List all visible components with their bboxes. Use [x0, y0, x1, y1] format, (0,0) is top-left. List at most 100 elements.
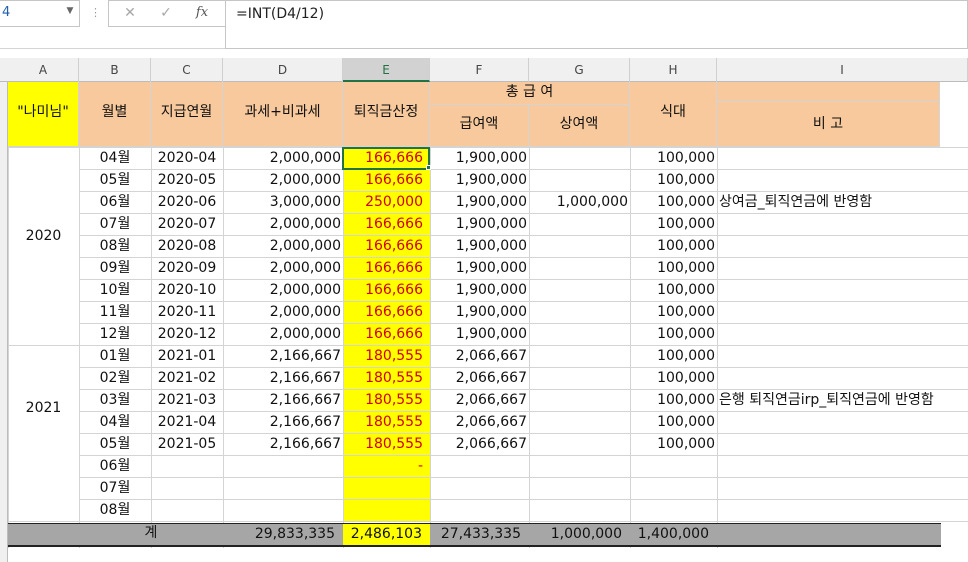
month-cell[interactable]: 05월: [79, 434, 151, 456]
month-cell[interactable]: 08월: [79, 236, 151, 258]
salary-cell[interactable]: 1,900,000: [430, 302, 529, 324]
meal-cell[interactable]: 100,000: [630, 192, 717, 214]
severance-cell[interactable]: [343, 500, 430, 522]
note-cell[interactable]: [719, 434, 968, 456]
column-header-f[interactable]: F: [430, 58, 529, 82]
header-severance-calc[interactable]: 퇴직금산정: [343, 82, 430, 147]
bonus-cell[interactable]: [529, 214, 630, 236]
note-cell[interactable]: [719, 500, 968, 522]
header-note[interactable]: 비 고: [717, 102, 940, 147]
bonus-cell[interactable]: [529, 456, 630, 478]
severance-cell[interactable]: 166,666: [343, 302, 430, 324]
salary-cell[interactable]: 1,900,000: [430, 214, 529, 236]
pay-month-cell[interactable]: [151, 456, 223, 478]
gross-cell[interactable]: 2,000,000: [223, 214, 343, 236]
pay-month-cell[interactable]: 2021-01: [151, 346, 223, 368]
column-header-e[interactable]: E: [343, 58, 430, 82]
salary-cell[interactable]: [430, 500, 529, 522]
meal-cell[interactable]: 100,000: [630, 148, 717, 170]
bonus-cell[interactable]: [529, 148, 630, 170]
bonus-cell[interactable]: [529, 478, 630, 500]
more-options-icon[interactable]: ⋮: [90, 6, 101, 20]
gross-cell[interactable]: [223, 456, 343, 478]
note-cell[interactable]: [719, 412, 968, 434]
salary-cell[interactable]: 2,066,667: [430, 346, 529, 368]
severance-cell[interactable]: -: [343, 456, 430, 478]
salary-cell[interactable]: 1,900,000: [430, 148, 529, 170]
severance-cell[interactable]: 180,555: [343, 412, 430, 434]
chevron-down-icon[interactable]: ▼: [64, 6, 76, 20]
salary-cell[interactable]: 1,900,000: [430, 324, 529, 346]
month-cell[interactable]: 10월: [79, 280, 151, 302]
bonus-cell[interactable]: [529, 500, 630, 522]
column-header-d[interactable]: D: [223, 58, 343, 82]
salary-cell[interactable]: [430, 456, 529, 478]
bonus-cell[interactable]: [529, 368, 630, 390]
note-cell[interactable]: [719, 236, 968, 258]
severance-cell[interactable]: 250,000: [343, 192, 430, 214]
meal-cell[interactable]: 100,000: [630, 368, 717, 390]
salary-cell[interactable]: 1,900,000: [430, 170, 529, 192]
header-month[interactable]: 월별: [79, 82, 151, 147]
worksheet-grid[interactable]: ABCDEFGHI "나미님" 월별 지급연월 과세+비과세 퇴직금산정 총 급 여 급여액…: [0, 58, 968, 562]
meal-cell[interactable]: 100,000: [630, 412, 717, 434]
totals-gross[interactable]: 29,833,335: [223, 524, 343, 546]
severance-cell[interactable]: 180,555: [343, 390, 430, 412]
bonus-cell[interactable]: [529, 302, 630, 324]
gross-cell[interactable]: 2,000,000: [223, 302, 343, 324]
bonus-cell[interactable]: [529, 434, 630, 456]
note-cell[interactable]: [719, 478, 968, 500]
pay-month-cell[interactable]: 2020-09: [151, 258, 223, 280]
severance-cell[interactable]: 180,555: [343, 346, 430, 368]
meal-cell[interactable]: [630, 478, 717, 500]
year-cell-2021[interactable]: 2021: [8, 346, 79, 522]
severance-cell[interactable]: 180,555: [343, 434, 430, 456]
salary-cell[interactable]: 1,900,000: [430, 192, 529, 214]
pay-month-cell[interactable]: 2021-02: [151, 368, 223, 390]
severance-cell[interactable]: 166,666: [343, 170, 430, 192]
salary-cell[interactable]: 2,066,667: [430, 412, 529, 434]
severance-cell[interactable]: 166,666: [343, 214, 430, 236]
salary-cell[interactable]: [430, 478, 529, 500]
note-cell[interactable]: [719, 214, 968, 236]
formula-input[interactable]: =INT(D4/12): [225, 0, 968, 49]
salary-cell[interactable]: 1,900,000: [430, 236, 529, 258]
bonus-cell[interactable]: [529, 412, 630, 434]
meal-cell[interactable]: 100,000: [630, 346, 717, 368]
bonus-cell[interactable]: [529, 346, 630, 368]
severance-cell[interactable]: 180,555: [343, 368, 430, 390]
gross-cell[interactable]: 2,166,667: [223, 412, 343, 434]
pay-month-cell[interactable]: 2020-07: [151, 214, 223, 236]
meal-cell[interactable]: [630, 456, 717, 478]
month-cell[interactable]: 06월: [79, 192, 151, 214]
bonus-cell[interactable]: 1,000,000: [529, 192, 630, 214]
column-header-c[interactable]: C: [151, 58, 223, 82]
note-cell[interactable]: [719, 368, 968, 390]
gross-cell[interactable]: 2,166,667: [223, 434, 343, 456]
note-cell[interactable]: [719, 170, 968, 192]
pay-month-cell[interactable]: 2021-04: [151, 412, 223, 434]
gross-cell[interactable]: 2,000,000: [223, 170, 343, 192]
meal-cell[interactable]: 100,000: [630, 258, 717, 280]
severance-cell[interactable]: 166,666: [343, 280, 430, 302]
header-note-top[interactable]: [717, 82, 940, 102]
note-cell[interactable]: 상여금_퇴직연금에 반영함: [719, 192, 968, 214]
month-cell[interactable]: 04월: [79, 412, 151, 434]
severance-cell[interactable]: 166,666: [343, 324, 430, 346]
bonus-cell[interactable]: [529, 324, 630, 346]
gross-cell[interactable]: 2,000,000: [223, 280, 343, 302]
month-cell[interactable]: 04월: [79, 148, 151, 170]
month-cell[interactable]: 07월: [79, 478, 151, 500]
bonus-cell[interactable]: [529, 258, 630, 280]
gross-cell[interactable]: 3,000,000: [223, 192, 343, 214]
month-cell[interactable]: 06월: [79, 456, 151, 478]
meal-cell[interactable]: 100,000: [630, 434, 717, 456]
severance-cell[interactable]: 166,666: [343, 258, 430, 280]
month-cell[interactable]: 11월: [79, 302, 151, 324]
salary-cell[interactable]: 2,066,667: [430, 368, 529, 390]
insert-function-button[interactable]: fx: [191, 5, 213, 23]
column-header-g[interactable]: G: [529, 58, 630, 82]
gross-cell[interactable]: 2,000,000: [223, 258, 343, 280]
pay-month-cell[interactable]: 2020-11: [151, 302, 223, 324]
totals-label[interactable]: 계: [79, 523, 223, 545]
